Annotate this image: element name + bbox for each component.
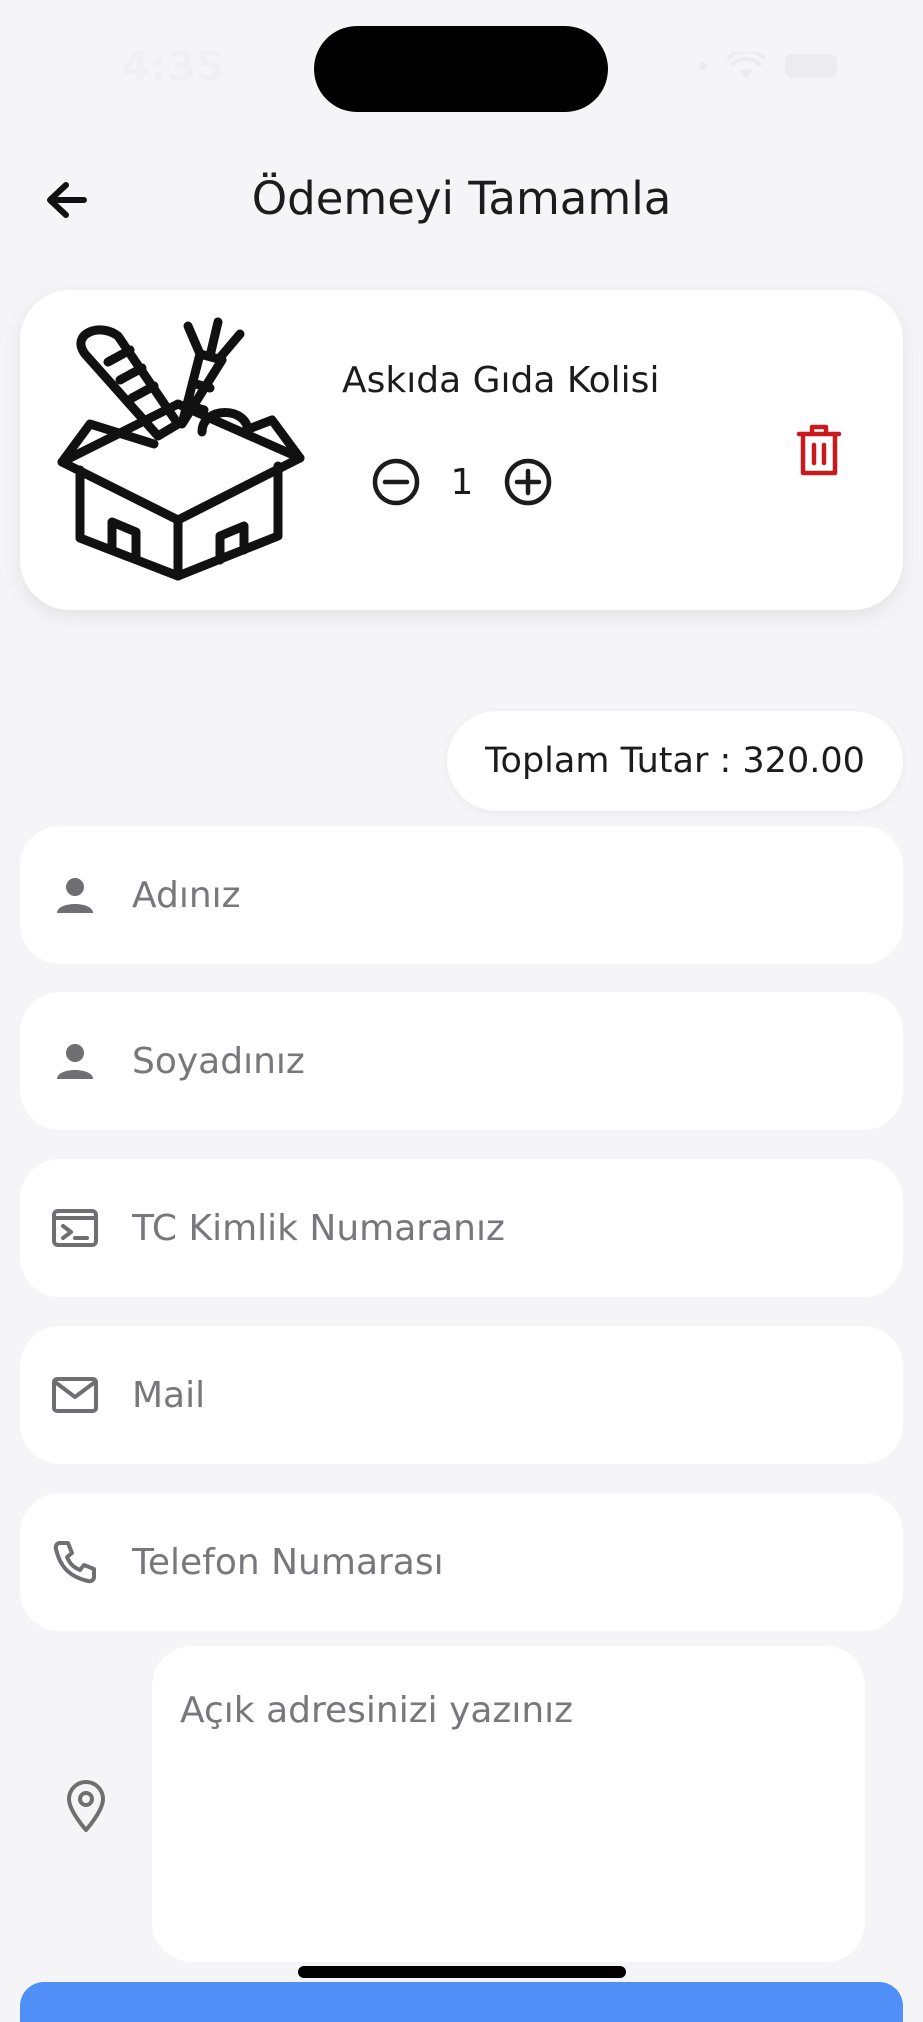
phone-input[interactable]: [132, 1493, 872, 1631]
plus-circle-icon: [504, 458, 552, 506]
submit-button[interactable]: [20, 1982, 903, 2022]
quantity-value: 1: [450, 461, 474, 503]
address-field: [152, 1646, 865, 1962]
total-amount: Toplam Tutar : 320.00: [447, 711, 903, 811]
status-time: 4:35: [122, 44, 226, 90]
grocery-box-icon: [57, 317, 305, 581]
signal-icon: [699, 62, 707, 70]
first-name-input[interactable]: [132, 826, 872, 964]
status-bar: 4:35: [0, 0, 923, 130]
tc-id-field: [20, 1159, 903, 1297]
page-title: Ödemeyi Tamamla: [251, 172, 672, 225]
cart-item-card: Askıda Gıda Kolisi 1: [20, 290, 903, 610]
minus-circle-icon: [372, 458, 420, 506]
app-header: Ödemeyi Tamamla: [0, 150, 923, 260]
product-name: Askıda Gıda Kolisi: [342, 360, 660, 401]
tc-id-input[interactable]: [132, 1159, 872, 1297]
battery-icon: [785, 54, 837, 78]
decrease-button[interactable]: [370, 456, 422, 508]
mail-input[interactable]: [132, 1326, 872, 1464]
delete-item-button[interactable]: [792, 420, 846, 480]
trash-icon: [796, 424, 842, 476]
mail-field: [20, 1326, 903, 1464]
address-textarea[interactable]: [180, 1690, 840, 1940]
terminal-icon: [50, 1203, 100, 1253]
last-name-field: [20, 992, 903, 1130]
phone-icon: [50, 1537, 100, 1587]
status-icons: [699, 52, 837, 80]
phone-field: [20, 1493, 903, 1631]
increase-button[interactable]: [502, 456, 554, 508]
wifi-icon: [727, 52, 765, 78]
mail-icon: [50, 1370, 100, 1420]
location-pin-icon: [60, 1776, 112, 1836]
quantity-stepper: 1: [370, 456, 554, 508]
last-name-input[interactable]: [132, 992, 872, 1130]
person-icon: [50, 1036, 100, 1086]
home-indicator: [298, 1966, 626, 1978]
dynamic-island: [314, 26, 608, 112]
first-name-field: [20, 826, 903, 964]
person-icon: [50, 870, 100, 920]
